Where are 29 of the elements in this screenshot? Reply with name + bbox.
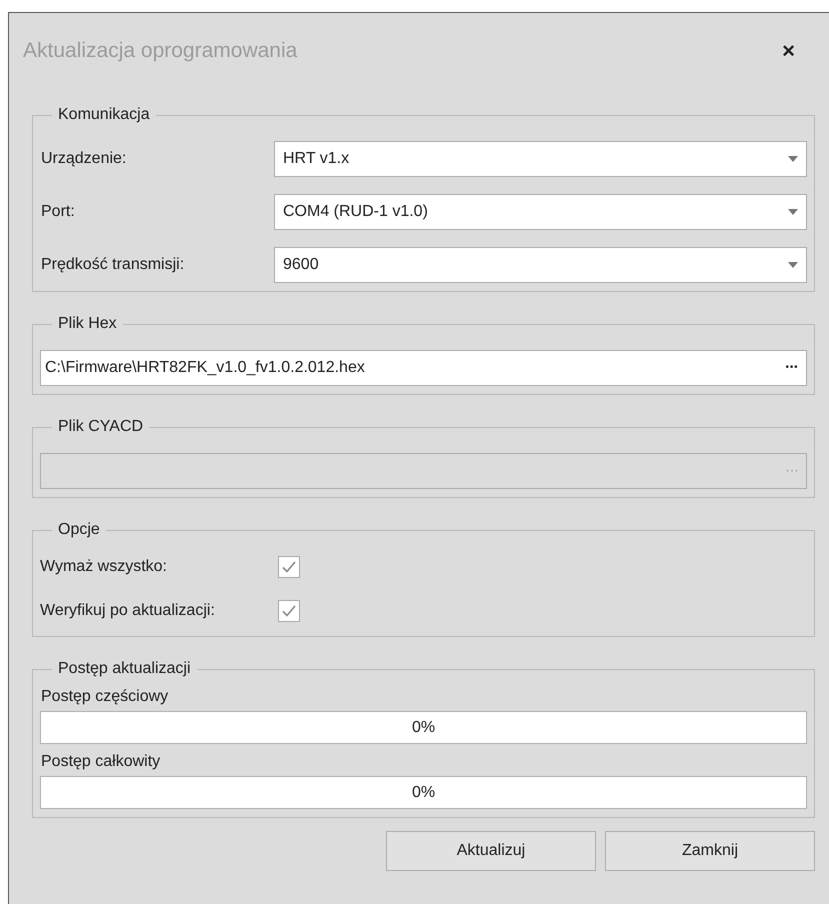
option-label: Wymaż wszystko:: [40, 558, 168, 576]
field-label: Urządzenie:: [40, 150, 128, 168]
progress-percent: 0%: [412, 718, 436, 736]
dialog-button[interactable]: Aktualizuj: [386, 831, 596, 871]
caret-icon: [788, 156, 798, 162]
checkbox[interactable]: [278, 600, 300, 622]
progress-percent: 0%: [412, 784, 436, 802]
dropdown-field[interactable]: 9600: [274, 247, 807, 283]
group-title: Plik Hex: [57, 314, 118, 334]
progress-label: Postęp częściowy: [40, 687, 168, 707]
browse-button[interactable]: ···: [783, 359, 800, 377]
dropdown-field[interactable]: HRT v1.x: [274, 141, 807, 177]
field-label: Port:: [40, 203, 76, 221]
field-label: Prędkość transmisji:: [40, 256, 186, 274]
file-path-field[interactable]: C:\Firmware\HRT82FK_v1.0_fv1.0.2.012.hex ···: [40, 350, 807, 386]
checkbox[interactable]: [278, 556, 300, 578]
group-title: Plik CYACD: [57, 417, 144, 437]
caret-icon: [788, 262, 798, 268]
option-label: Weryfikuj po aktualizacji:: [40, 602, 216, 620]
group-title: Komunikacja: [57, 105, 151, 125]
progress-label: Postęp całkowity: [40, 752, 160, 772]
file-path: C:\Firmware\HRT82FK_v1.0_fv1.0.2.012.hex: [45, 359, 366, 377]
group-title: Postęp aktualizacji: [57, 659, 192, 679]
close-button[interactable]: ×: [772, 38, 805, 64]
caret-icon: [788, 209, 798, 215]
dropdown-field[interactable]: COM4 (RUD-1 v1.0): [274, 194, 807, 230]
window-title: Aktualizacja oprogramowania: [23, 39, 298, 63]
group-title: Opcje: [57, 520, 101, 540]
dialog-button[interactable]: Zamknij: [605, 831, 815, 871]
